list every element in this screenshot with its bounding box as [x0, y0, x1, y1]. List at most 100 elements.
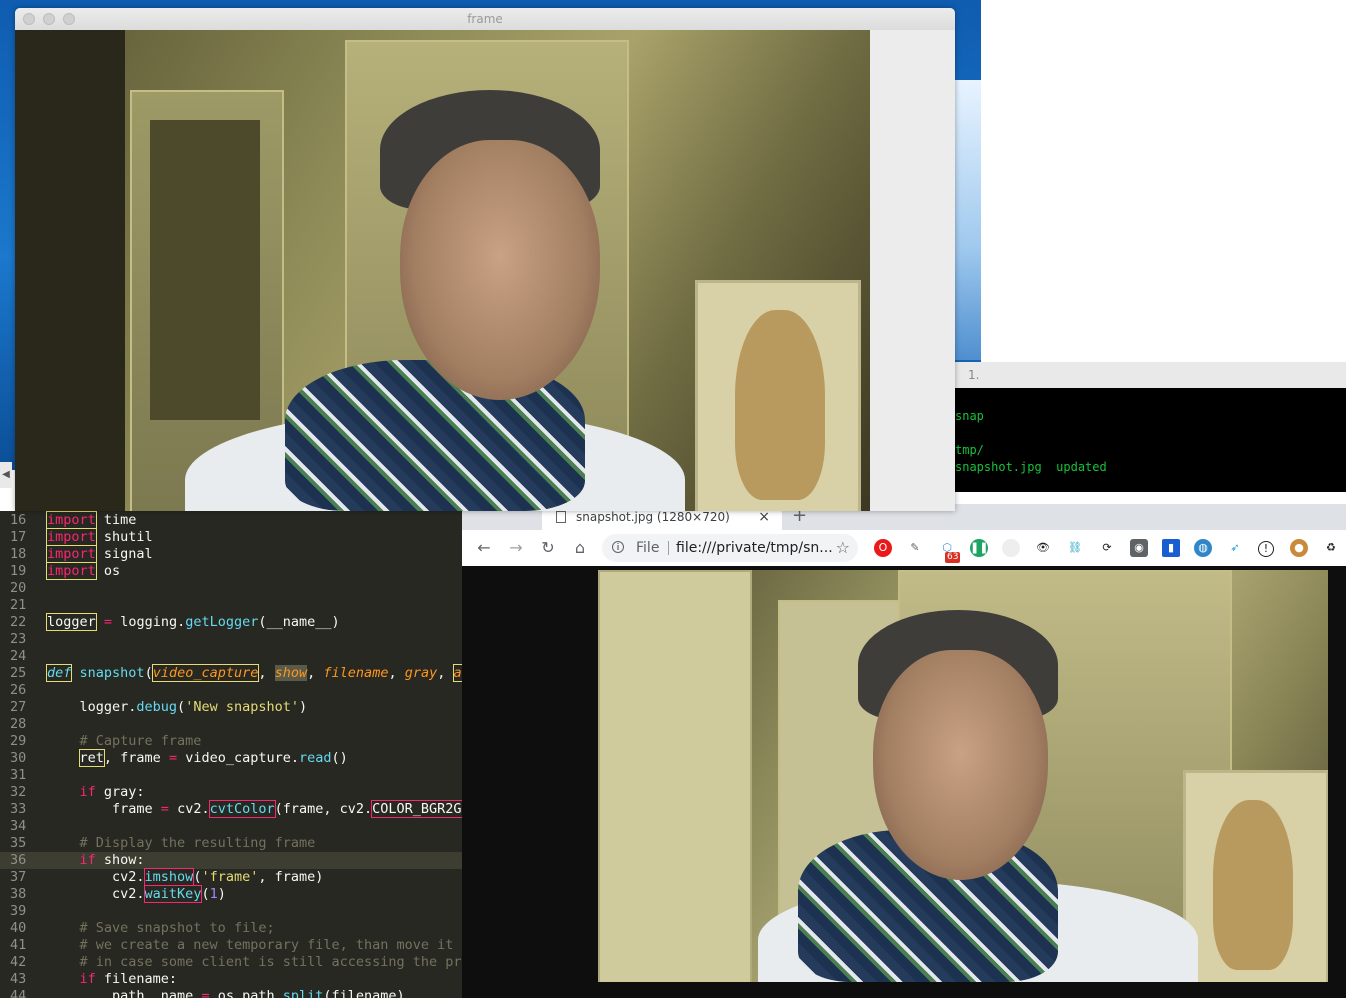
line-number: 18: [10, 546, 27, 562]
back-arrow-icon[interactable]: ←: [474, 538, 494, 558]
code-line[interactable]: 40 # Save snapshot to file;: [0, 920, 462, 937]
code-line[interactable]: 30 ret, frame = video_capture.read(): [0, 749, 462, 767]
home-icon[interactable]: ⌂: [570, 538, 590, 558]
code-text[interactable]: import time: [46, 511, 136, 529]
line-number: 23: [10, 631, 27, 647]
forward-arrow-icon[interactable]: →: [506, 538, 526, 558]
pause-extension-icon[interactable]: ❚❚: [970, 539, 988, 557]
code-text[interactable]: if filename:: [47, 971, 178, 988]
bird-extension-icon[interactable]: ➶: [1226, 539, 1244, 557]
code-line[interactable]: 35 # Display the resulting frame: [0, 835, 462, 852]
code-line[interactable]: 31: [0, 767, 462, 784]
shield-extension-icon[interactable]: ◉: [1130, 539, 1148, 557]
globe-extension-icon[interactable]: ◍: [1194, 539, 1212, 557]
webcam-frame-image: [15, 30, 870, 511]
close-window-icon[interactable]: [23, 13, 35, 25]
code-line[interactable]: 33 frame = cv2.cvtColor(frame, cv2.COLOR…: [0, 800, 462, 818]
code-line[interactable]: 24: [0, 648, 462, 665]
code-text[interactable]: import os: [46, 562, 120, 580]
line-number: 29: [10, 733, 27, 749]
code-line[interactable]: 43 if filename:: [0, 971, 462, 988]
opera-extension-icon[interactable]: O: [874, 539, 892, 557]
reload-icon[interactable]: ↻: [538, 538, 558, 558]
line-number: 39: [10, 903, 27, 919]
eyedropper-extension-icon[interactable]: ✎: [906, 539, 924, 557]
info-icon[interactable]: i: [612, 541, 624, 553]
bookmark-extension-icon[interactable]: ▮: [1162, 539, 1180, 557]
line-number: 43: [10, 971, 27, 987]
line-number: 42: [10, 954, 27, 970]
code-line[interactable]: 39: [0, 903, 462, 920]
frame-titlebar[interactable]: frame: [15, 8, 955, 30]
line-number: 32: [10, 784, 27, 800]
code-line[interactable]: 26: [0, 682, 462, 699]
code-line[interactable]: 23: [0, 631, 462, 648]
info-extension-icon[interactable]: !: [1258, 541, 1274, 557]
code-text[interactable]: if show:: [47, 852, 145, 869]
code-line[interactable]: 28: [0, 716, 462, 733]
code-text[interactable]: ret, frame = video_capture.read(): [47, 749, 348, 767]
collapse-arrow-icon[interactable]: ◀: [0, 462, 12, 488]
code-line[interactable]: 22 logger = logging.getLogger(__name__): [0, 613, 462, 631]
recycle-extension-icon[interactable]: ♻: [1322, 539, 1340, 557]
code-text[interactable]: # Save snapshot to file;: [47, 920, 275, 937]
code-text[interactable]: # Display the resulting frame: [47, 835, 316, 852]
code-line[interactable]: 38 cv2.waitKey(1): [0, 885, 462, 903]
code-text[interactable]: def snapshot(video_capture, show, filena…: [45, 664, 462, 682]
blank-extension-icon[interactable]: [1002, 539, 1020, 557]
bookmark-star-icon[interactable]: ☆: [836, 534, 850, 562]
zoom-window-icon[interactable]: [63, 13, 75, 25]
line-number: 21: [10, 597, 27, 613]
code-line[interactable]: 44 path, name = os.path.split(filename): [0, 988, 462, 998]
code-text[interactable]: import shutil: [46, 528, 153, 546]
code-text[interactable]: # Capture frame: [47, 733, 202, 750]
browser-window[interactable]: snapshot.jpg (1280×720) × + ← → ↻ ⌂ i Fi…: [462, 504, 1346, 998]
line-number: 28: [10, 716, 27, 732]
code-line[interactable]: 21: [0, 597, 462, 614]
frame-window[interactable]: frame: [15, 8, 955, 511]
terminal-tab-label: 1.: [968, 368, 980, 382]
code-text[interactable]: import signal: [46, 545, 153, 563]
eye-extension-icon[interactable]: 👁: [1034, 539, 1052, 557]
code-line[interactable]: 17 import shutil: [0, 528, 462, 546]
code-line[interactable]: 20: [0, 580, 462, 597]
code-line[interactable]: 34: [0, 818, 462, 835]
code-line[interactable]: 29 # Capture frame: [0, 733, 462, 750]
code-line[interactable]: 25 def snapshot(video_capture, show, file…: [0, 664, 462, 682]
code-line[interactable]: 16 import time: [0, 511, 462, 529]
code-line[interactable]: 27 logger.debug('New snapshot'): [0, 699, 462, 716]
code-text[interactable]: frame = cv2.cvtColor(frame, cv2.COLOR_BG…: [47, 800, 462, 818]
line-number: 19: [10, 563, 27, 579]
code-text[interactable]: # we create a new temporary file, than m…: [47, 937, 462, 954]
code-line[interactable]: 37 cv2.imshow('frame', frame): [0, 868, 462, 886]
address-url[interactable]: file:///private/tmp/sn...: [676, 534, 833, 562]
code-line[interactable]: 36 if show:: [0, 852, 462, 869]
line-number: 37: [10, 869, 27, 885]
code-text[interactable]: cv2.imshow('frame', frame): [47, 868, 323, 886]
code-line[interactable]: 18 import signal: [0, 545, 462, 563]
code-text[interactable]: cv2.waitKey(1): [47, 885, 226, 903]
code-line[interactable]: 19 import os: [0, 562, 462, 580]
line-number: 24: [10, 648, 27, 664]
link-extension-icon[interactable]: ⛓: [1066, 539, 1084, 557]
code-text[interactable]: # in case some client is still accessing…: [47, 954, 462, 971]
terminal-tab[interactable]: 1.: [955, 362, 1346, 388]
code-line[interactable]: 32 if gray:: [0, 784, 462, 801]
line-number: 25: [10, 665, 27, 681]
terminal-window[interactable]: 1. snap tmp/ snapshot.jpg updated: [955, 362, 1346, 492]
desktop-iceberg: [952, 80, 982, 360]
code-line[interactable]: 41 # we create a new temporary file, tha…: [0, 937, 462, 954]
line-number: 41: [10, 937, 27, 953]
code-text[interactable]: path, name = os.path.split(filename): [47, 988, 405, 998]
code-line[interactable]: 42 # in case some client is still access…: [0, 954, 462, 971]
document-icon: [556, 511, 566, 523]
cookie-extension-icon[interactable]: ●: [1290, 539, 1308, 557]
line-number: 16: [10, 512, 27, 528]
code-text[interactable]: logger.debug('New snapshot'): [47, 699, 308, 716]
address-bar[interactable]: i File file:///private/tmp/sn... ☆: [602, 534, 858, 562]
sync-extension-icon[interactable]: ⟳: [1098, 539, 1116, 557]
code-editor[interactable]: 16 import time 17 import shutil 18 import sig…: [0, 511, 462, 998]
code-text[interactable]: logger = logging.getLogger(__name__): [46, 613, 340, 631]
minimize-window-icon[interactable]: [43, 13, 55, 25]
code-text[interactable]: if gray:: [47, 784, 145, 801]
